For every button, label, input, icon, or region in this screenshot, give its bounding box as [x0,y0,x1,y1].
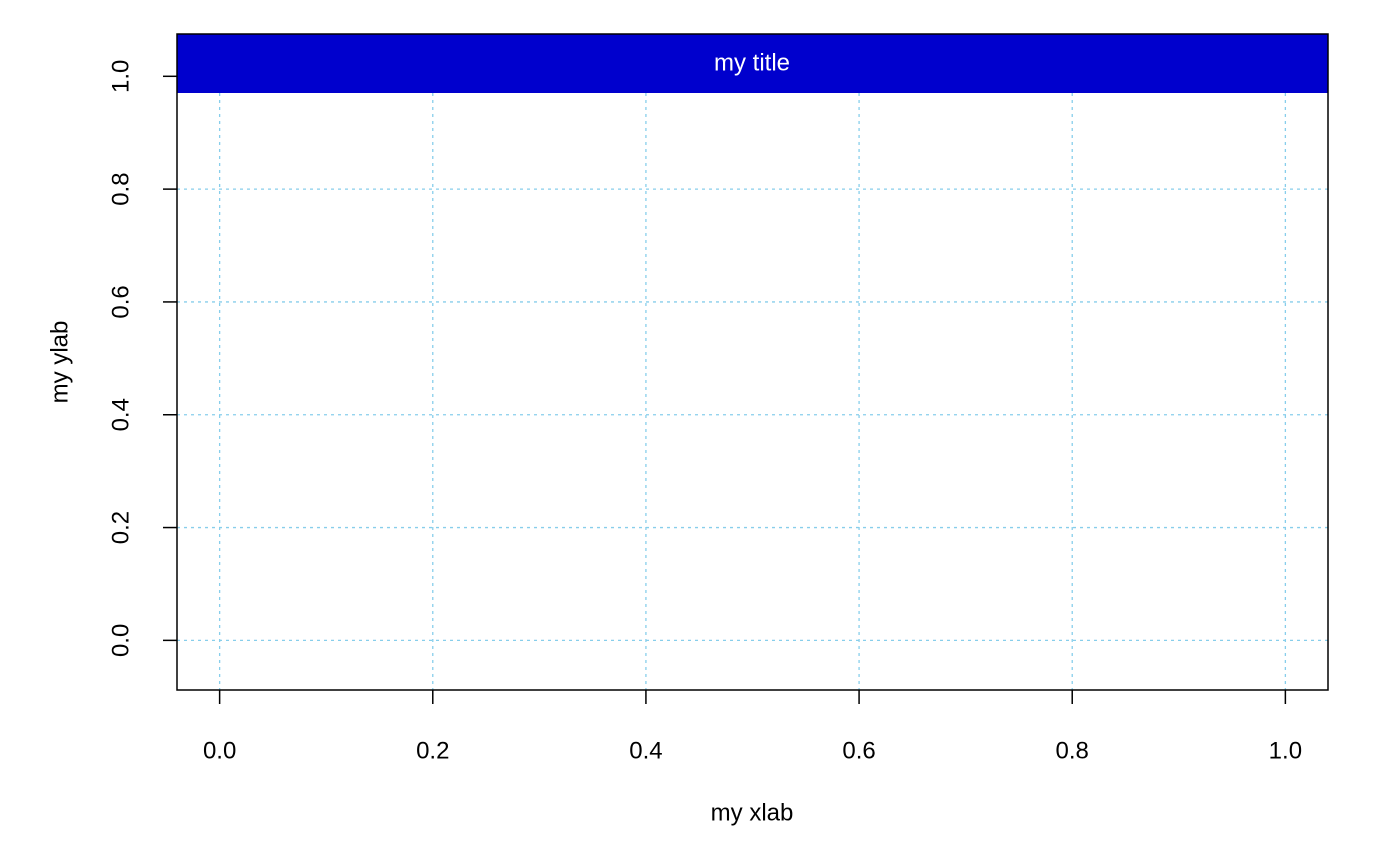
y-tick-label: 0.0 [108,624,135,657]
y-tick-label: 1.0 [108,60,135,93]
x-tick-label: 0.2 [416,738,449,765]
x-tick-label: 0.8 [1056,738,1089,765]
y-tick-label: 0.4 [108,398,135,431]
x-tick-label: 0.0 [203,738,236,765]
x-tick-label: 0.4 [629,738,662,765]
x-axis-title: my xlab [711,800,794,827]
x-tick-label: 1.0 [1269,738,1302,765]
y-tick-label: 0.2 [108,511,135,544]
chart: my title 0.0 0.2 0.4 0.6 0.8 1.0 0.0 0.2 0.4 0.6… [0,0,1400,865]
y-tick-label: 0.6 [108,285,135,318]
y-axis-title: my ylab [47,321,74,404]
y-tick-label: 0.8 [108,172,135,205]
x-tick-label: 0.6 [842,738,875,765]
chart-title: my title [714,50,790,77]
chart-background [0,0,1400,865]
